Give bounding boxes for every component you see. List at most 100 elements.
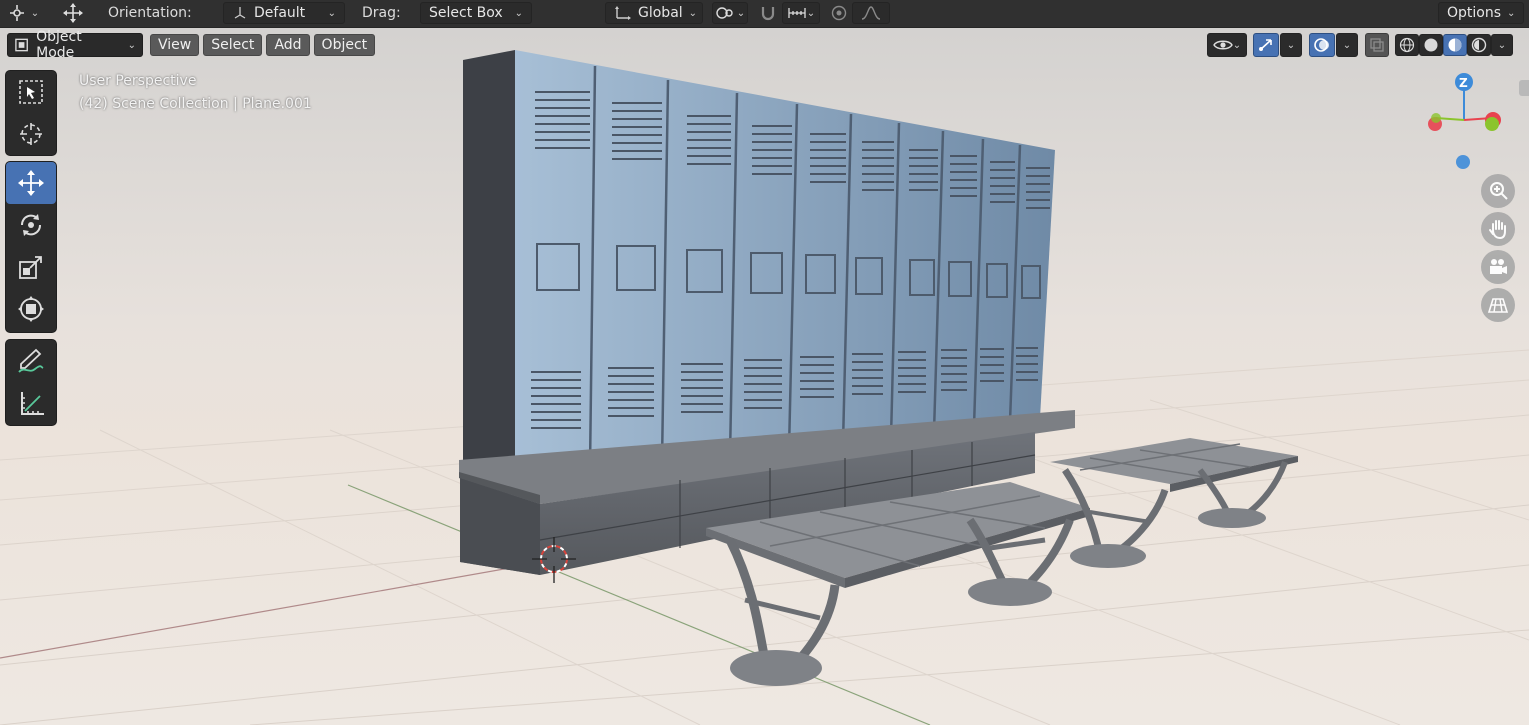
gizmo-toggle[interactable] [1253,33,1279,57]
3d-viewport[interactable]: Object Mode ⌄ View Select Add Object ⌄ ⌄… [0,28,1529,725]
tool-scale[interactable] [6,246,56,288]
object-mode-label: Object Mode [36,29,82,61]
xray-toggle[interactable] [1365,33,1389,57]
toolbar-select-group [5,70,57,156]
overlays-toggle[interactable] [1309,33,1335,57]
falloff-dropdown[interactable] [852,2,890,24]
chevron-down-icon: ⌄ [688,7,698,19]
annotate-pencil-icon [18,348,44,373]
scene-render [0,50,1529,725]
rendered-sphere-icon [1471,37,1487,53]
options-dropdown[interactable]: Options ⌄ [1438,2,1524,24]
material-preview-shading-button[interactable] [1443,34,1467,56]
viewport-menus: View Select Add Object [150,33,379,57]
navigation-gizmo[interactable]: Z [1418,68,1518,178]
pan-button[interactable] [1481,212,1515,246]
camera-view-button[interactable] [1481,250,1515,284]
drag-value: Select Box [429,5,503,21]
magnet-icon [761,7,775,21]
drag-label: Drag: [362,5,401,21]
gizmo-dropdown[interactable]: ⌄ [1280,33,1302,57]
toolbar-transform-group [5,161,57,333]
overlays-icon [1314,38,1329,52]
scale-icon [19,256,42,279]
solid-shading-button[interactable] [1419,34,1443,56]
global-axis-icon [615,6,631,20]
overlays-dropdown[interactable]: ⌄ [1336,33,1358,57]
y-axis-handle [1485,117,1499,131]
move-pivot-icon[interactable] [56,2,90,24]
chevron-down-icon: ⌄ [1497,39,1507,51]
transform-space-dropdown[interactable]: Global ⌄ [605,2,703,24]
viewport-header: Object Mode ⌄ [7,29,143,61]
shading-buttons: ⌄ [1395,33,1513,57]
falloff-curve-icon [861,6,881,20]
orientation-axis-icon [234,7,246,19]
shading-dropdown[interactable]: ⌄ [1491,34,1513,56]
tool-select-box[interactable] [6,71,56,113]
menu-select[interactable]: Select [203,34,263,56]
menu-object[interactable]: Object [313,34,376,56]
transform-icon [18,296,44,322]
tool-annotate[interactable] [6,340,56,382]
zoom-button[interactable] [1481,174,1515,208]
pivot-link-icon [716,7,733,19]
gizmo-icon [1259,39,1272,51]
measure-ruler-icon [21,392,44,415]
x-axis-line [0,559,556,659]
chevron-down-icon: ⌄ [1286,39,1296,51]
rendered-shading-button[interactable] [1467,34,1491,56]
hand-icon [1489,220,1506,240]
solid-sphere-icon [1424,38,1438,52]
zoom-magnifier-icon [1490,182,1508,200]
ortho-toggle-button[interactable] [1481,288,1515,322]
proportional-edit-toggle[interactable] [828,2,850,24]
tool-transform[interactable] [6,288,56,330]
sidebar-collapse-tab[interactable] [1519,80,1529,96]
material-sphere-icon [1448,38,1462,52]
pivot-point-button[interactable]: ⌄ [712,2,748,24]
tool-measure[interactable] [6,382,56,424]
options-label: Options [1447,5,1502,21]
proportional-edit-icon [831,5,847,21]
chevron-down-icon: ⌄ [1507,7,1516,19]
editor-type-button[interactable]: ⌄ [4,2,44,24]
wireframe-shading-button[interactable] [1395,34,1419,56]
toolbar-annotate-group [5,339,57,426]
grid-perspective-icon [1487,298,1509,313]
tool-move[interactable] [6,162,56,204]
view-perspective-label: User Perspective [79,73,197,89]
move-icon [18,170,44,196]
menu-view[interactable]: View [150,34,200,56]
eye-icon [1212,40,1233,50]
wireframe-sphere-icon [1399,37,1415,53]
transform-space-value: Global [638,5,683,21]
snap-target-dropdown[interactable]: ⌄ [782,2,820,24]
chevron-down-icon: ⌄ [127,39,136,51]
object-mode-icon [15,38,28,52]
rotate-icon [20,214,42,236]
chevron-down-icon: ⌄ [514,7,523,19]
select-box-icon [19,80,43,104]
xray-icon [1370,38,1384,52]
menu-add[interactable]: Add [266,34,310,56]
tool-rotate[interactable] [6,204,56,246]
tool-cursor[interactable] [6,113,56,155]
chevron-down-icon: ⌄ [1342,39,1352,51]
cursor-icon [20,123,42,145]
top-header: ⌄ Orientation: Default ⌄ Drag: Select Bo… [0,0,1529,28]
chevron-down-icon: ⌄ [327,7,336,19]
bench-back [1050,438,1298,568]
snap-toggle[interactable] [756,2,780,24]
drag-dropdown[interactable]: Select Box ⌄ [420,2,532,24]
transform-gizmo-icon [9,5,24,21]
orientation-dropdown[interactable]: Default ⌄ [223,2,345,24]
orientation-value: Default [254,5,306,21]
neg-z-axis-handle [1456,155,1470,169]
visibility-dropdown[interactable]: ⌄ [1207,33,1247,57]
z-axis-label: Z [1459,76,1468,90]
scene-collection-label: (42) Scene Collection | Plane.001 [79,96,312,112]
orientation-label: Orientation: [108,5,192,21]
snap-increment-icon [788,8,806,18]
object-mode-dropdown[interactable]: Object Mode ⌄ [7,29,143,61]
